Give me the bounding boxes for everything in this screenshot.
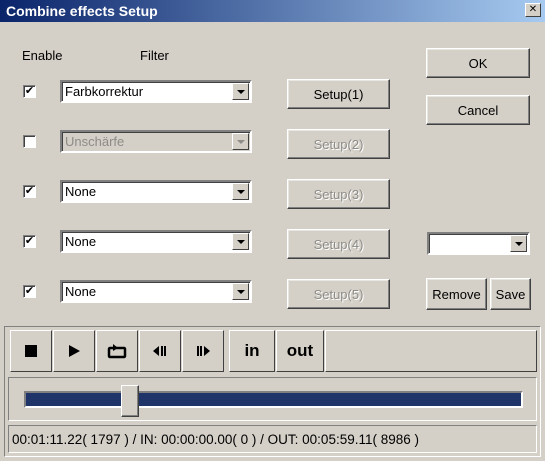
enable-checkbox-2[interactable] bbox=[23, 135, 36, 148]
play-button[interactable] bbox=[53, 330, 95, 372]
step-forward-icon bbox=[197, 346, 210, 356]
enable-checkbox-1[interactable]: ✔ bbox=[23, 85, 36, 98]
chevron-down-icon[interactable] bbox=[232, 183, 249, 200]
seek-track[interactable] bbox=[24, 391, 523, 408]
seek-thumb[interactable] bbox=[121, 385, 139, 417]
enable-checkbox-3[interactable]: ✔ bbox=[23, 185, 36, 198]
setup-button-5[interactable]: Setup(5) bbox=[287, 279, 390, 309]
play-icon bbox=[69, 345, 80, 357]
enable-checkbox-4[interactable]: ✔ bbox=[23, 235, 36, 248]
chevron-down-icon[interactable] bbox=[232, 283, 249, 300]
enable-checkbox-5[interactable]: ✔ bbox=[23, 285, 36, 298]
setup-button-4[interactable]: Setup(4) bbox=[287, 229, 390, 259]
filter-select-3[interactable]: None bbox=[60, 180, 252, 203]
step-forward-button[interactable] bbox=[182, 330, 224, 372]
mark-out-button[interactable]: out bbox=[276, 330, 324, 372]
filter-value-5: None bbox=[65, 284, 97, 299]
setup-button-3[interactable]: Setup(3) bbox=[287, 179, 390, 209]
loop-icon bbox=[107, 344, 127, 359]
filter-header: Filter bbox=[140, 48, 169, 63]
title-bar: Combine effects Setup ✕ bbox=[0, 0, 545, 22]
remove-button[interactable]: Remove bbox=[426, 278, 487, 310]
mark-in-button[interactable]: in bbox=[229, 330, 275, 372]
chevron-down-icon[interactable] bbox=[232, 233, 249, 250]
enable-header: Enable bbox=[22, 48, 63, 63]
timecode-status: 00:01:11.22( 1797 ) / IN: 00:00:00.00( 0… bbox=[8, 425, 537, 453]
filter-value-1: Farbkorrektur bbox=[65, 84, 144, 99]
filter-select-4[interactable]: None bbox=[60, 230, 252, 253]
loop-button[interactable] bbox=[96, 330, 138, 372]
transport-spacer bbox=[325, 330, 537, 372]
chevron-down-icon[interactable] bbox=[232, 83, 249, 100]
filter-select-5[interactable]: None bbox=[60, 280, 252, 303]
filter-value-2: Unschärfe bbox=[65, 134, 125, 149]
preset-select[interactable] bbox=[427, 232, 530, 255]
filter-select-1[interactable]: Farbkorrektur bbox=[60, 80, 252, 103]
filter-select-2[interactable]: Unschärfe bbox=[60, 130, 252, 153]
ok-button[interactable]: OK bbox=[426, 48, 530, 78]
stop-icon bbox=[25, 345, 37, 357]
cancel-button[interactable]: Cancel bbox=[426, 95, 530, 125]
combine-effects-dialog: Combine effects Setup ✕ Enable Filter ✔ … bbox=[0, 0, 545, 461]
filter-value-4: None bbox=[65, 234, 97, 249]
filter-value-3: None bbox=[65, 184, 97, 199]
close-icon[interactable]: ✕ bbox=[525, 3, 541, 17]
setup-button-1[interactable]: Setup(1) bbox=[287, 79, 390, 109]
window-title: Combine effects Setup bbox=[6, 3, 158, 19]
setup-button-2[interactable]: Setup(2) bbox=[287, 129, 390, 159]
chevron-down-icon[interactable] bbox=[232, 133, 249, 150]
step-back-button[interactable] bbox=[139, 330, 181, 372]
step-back-icon bbox=[153, 346, 166, 356]
chevron-down-icon[interactable] bbox=[510, 235, 527, 252]
stop-button[interactable] bbox=[10, 330, 52, 372]
save-button[interactable]: Save bbox=[490, 278, 531, 310]
